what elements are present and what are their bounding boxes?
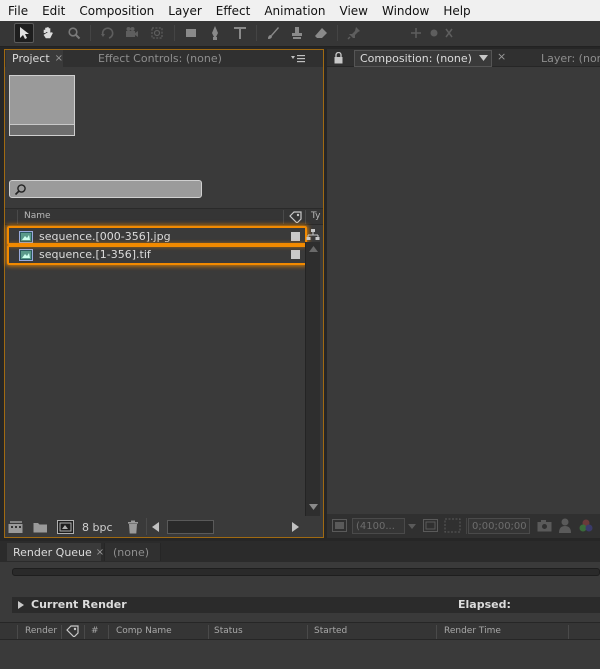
current-render-header: Current Render Elapsed:: [12, 597, 600, 613]
vertical-scrollbar[interactable]: [305, 242, 320, 516]
render-progress-bar: [12, 568, 600, 576]
footage-thumbnail: [9, 75, 75, 136]
current-render-label: Current Render: [31, 598, 127, 611]
tab-render-queue[interactable]: Render Queue ×: [7, 543, 104, 561]
scroll-left-icon[interactable]: [152, 522, 159, 532]
new-composition-icon[interactable]: [57, 520, 74, 534]
magnification-dropdown[interactable]: (4100...: [352, 518, 405, 534]
selection-highlight: [7, 226, 307, 245]
axis-mode-icons[interactable]: [410, 23, 458, 43]
magnification-value: (4100...: [356, 520, 395, 532]
puppet-pin-tool-icon[interactable]: [344, 23, 364, 43]
always-preview-icon[interactable]: [332, 519, 347, 532]
type-tool-icon[interactable]: [230, 23, 250, 43]
project-list-header: Name Ty: [5, 208, 323, 225]
column-status[interactable]: Status: [214, 626, 243, 636]
title-safe-icon[interactable]: [423, 519, 438, 532]
menu-help[interactable]: Help: [435, 4, 476, 18]
menu-view[interactable]: View: [332, 4, 374, 18]
tools-panel: [0, 21, 600, 47]
tab-effect-controls[interactable]: Effect Controls: (none): [98, 50, 222, 67]
tab-composition[interactable]: Composition: (none): [354, 50, 492, 67]
search-icon: [14, 184, 26, 196]
zoom-tool-icon[interactable]: [64, 23, 84, 43]
close-icon[interactable]: ×: [55, 53, 63, 64]
search-input[interactable]: [9, 180, 202, 198]
column-comp-name[interactable]: Comp Name: [116, 626, 172, 636]
horizontal-scrollbar[interactable]: [167, 520, 214, 534]
new-folder-icon[interactable]: [33, 521, 48, 533]
tab-render-queue-label: Render Queue: [13, 545, 92, 559]
trash-icon[interactable]: [127, 520, 139, 534]
chevron-down-icon[interactable]: [479, 55, 488, 61]
scroll-right-icon[interactable]: [292, 522, 299, 532]
scroll-down-icon[interactable]: [309, 504, 318, 510]
render-queue-panel: [0, 562, 600, 669]
disclosure-triangle-icon[interactable]: [18, 601, 24, 609]
lock-icon[interactable]: [334, 52, 348, 64]
selection-highlight: [7, 245, 307, 265]
selection-tool-icon[interactable]: [14, 23, 34, 43]
close-icon[interactable]: ×: [96, 547, 104, 558]
menu-layer[interactable]: Layer: [160, 4, 207, 18]
bit-depth-toggle[interactable]: 8 bpc: [82, 521, 113, 534]
composition-viewer[interactable]: [327, 67, 600, 537]
menu-animation[interactable]: Animation: [256, 4, 331, 18]
snapshot-camera-icon[interactable]: [537, 519, 552, 532]
pen-tool-icon[interactable]: [205, 23, 225, 43]
tab-comp-none-label: (none): [113, 545, 150, 559]
hand-tool-icon[interactable]: [38, 23, 58, 43]
render-queue-column-header: Render # Comp Name Status Started Render…: [0, 622, 600, 640]
timecode-display[interactable]: 0;00;00;00: [468, 518, 530, 534]
column-name[interactable]: Name: [24, 211, 51, 221]
label-tag-icon[interactable]: [66, 625, 79, 637]
menu-bar: File Edit Composition Layer Effect Anima…: [0, 0, 600, 21]
column-type[interactable]: Ty: [311, 211, 320, 221]
column-started[interactable]: Started: [314, 626, 347, 636]
tab-composition-label: Composition: (none): [360, 52, 472, 65]
camera-tool-icon[interactable]: [122, 23, 142, 43]
tab-effect-controls-label: Effect Controls: (none): [98, 52, 222, 65]
flowchart-icon[interactable]: [306, 228, 320, 242]
menu-edit[interactable]: Edit: [34, 4, 71, 18]
interpret-footage-icon[interactable]: [8, 521, 24, 534]
tab-layer[interactable]: Layer: (non: [541, 50, 600, 67]
eraser-tool-icon[interactable]: [311, 23, 331, 43]
elapsed-label: Elapsed:: [458, 598, 511, 611]
brush-tool-icon[interactable]: [263, 23, 283, 43]
composition-toolbar: (4100... 0;00;00;00: [327, 514, 600, 538]
tab-layer-label: Layer: (non: [541, 52, 600, 65]
region-of-interest-icon[interactable]: [444, 518, 461, 533]
tab-comp-none[interactable]: (none): [104, 543, 161, 561]
channel-rgb-icon[interactable]: [579, 519, 593, 532]
label-tag-icon[interactable]: [289, 211, 302, 223]
menu-file[interactable]: File: [0, 4, 34, 18]
menu-composition[interactable]: Composition: [71, 4, 160, 18]
menu-effect[interactable]: Effect: [208, 4, 257, 18]
column-number[interactable]: #: [91, 626, 99, 636]
pan-behind-tool-icon[interactable]: [147, 23, 167, 43]
rectangle-tool-icon[interactable]: [181, 23, 201, 43]
chevron-down-icon[interactable]: [408, 524, 416, 529]
clone-stamp-tool-icon[interactable]: [287, 23, 307, 43]
scroll-up-icon[interactable]: [309, 246, 318, 252]
panel-menu-icon[interactable]: [290, 53, 306, 64]
timecode-value: 0;00;00;00: [472, 520, 527, 532]
tab-project-label: Project: [12, 52, 50, 65]
show-snapshot-icon[interactable]: [559, 518, 571, 533]
column-render[interactable]: Render: [25, 626, 57, 636]
column-render-time[interactable]: Render Time: [444, 626, 501, 636]
menu-window[interactable]: Window: [374, 4, 435, 18]
rotate-tool-icon[interactable]: [97, 23, 117, 43]
close-icon[interactable]: ×: [497, 50, 506, 63]
project-footer: [5, 517, 323, 537]
tab-project[interactable]: Project ×: [6, 50, 63, 67]
